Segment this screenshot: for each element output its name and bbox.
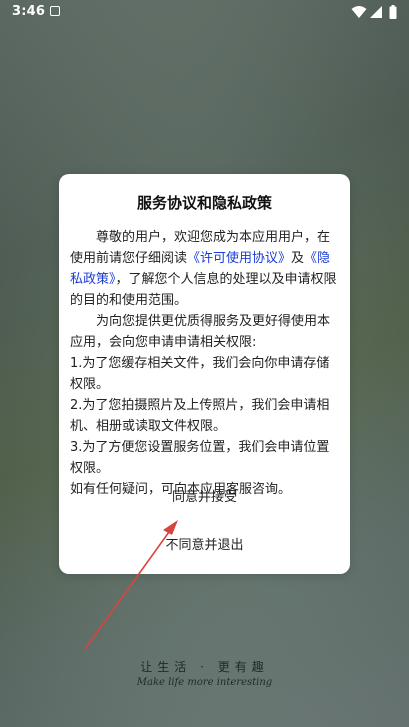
disagree-exit-button[interactable]: 不同意并退出	[59, 534, 350, 553]
permission-item-location: 3.为了方便您设置服务位置，我们会申请位置权限。	[70, 440, 330, 476]
intro-paragraph: 尊敬的用户，欢迎您成为本应用用户，在使用前请您仔细阅读《许可使用协议》及《隐私政…	[70, 227, 340, 311]
slogan-english: Make life more interesting	[136, 677, 273, 688]
license-agreement-link[interactable]: 《许可使用协议》	[187, 251, 291, 266]
wifi-icon	[351, 6, 367, 18]
status-time: 3:46	[12, 4, 46, 19]
permission-item-camera: 2.为了您拍摄照片及上传照片，我们会申请相机、相册或读取文件权限。	[70, 398, 330, 434]
service-paragraph: 为向您提供更优质得服务及更好得使用本应用，会向您申请申请相关权限:	[70, 314, 331, 350]
signal-icon	[370, 6, 382, 18]
privacy-dialog: 服务协议和隐私政策 尊敬的用户，欢迎您成为本应用用户，在使用前请您仔细阅读《许可…	[59, 174, 350, 574]
permission-item-storage: 1.为了您缓存相关文件，我们会向你申请存储权限。	[70, 356, 330, 392]
app-notification-icon	[50, 6, 60, 16]
dialog-title: 服务协议和隐私政策	[136, 194, 272, 212]
slogan-chinese: 让生活 · 更有趣	[140, 660, 269, 674]
status-bar: 3:46	[0, 0, 409, 24]
battery-icon	[389, 5, 397, 19]
and-text: 及	[291, 251, 305, 266]
dialog-body: 尊敬的用户，欢迎您成为本应用用户，在使用前请您仔细阅读《许可使用协议》及《隐私政…	[70, 227, 340, 500]
agree-button[interactable]: 同意并接受	[59, 486, 350, 505]
